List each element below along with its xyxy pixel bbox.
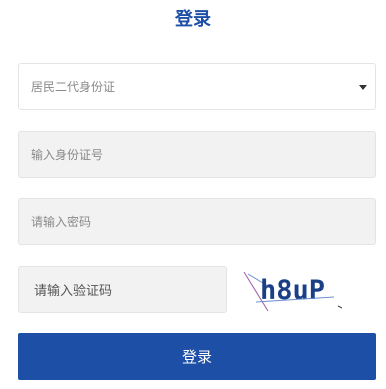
login-button-label: 登录 <box>181 348 212 366</box>
captcha-placeholder: 请输入验证码 <box>34 284 113 299</box>
id-number-input[interactable]: 输入身份证号 <box>18 131 376 178</box>
login-title: 登录 <box>175 9 211 30</box>
caret-down-icon <box>359 85 367 90</box>
id-number-placeholder: 输入身份证号 <box>31 148 104 162</box>
id-type-select[interactable]: 居民二代身份证 <box>18 63 376 110</box>
id-type-selected-value: 居民二代身份证 <box>31 80 116 94</box>
password-placeholder: 请输入密码 <box>31 215 92 229</box>
password-input[interactable]: 请输入密码 <box>18 198 376 245</box>
login-button[interactable]: 登录 <box>18 333 376 380</box>
captcha-input[interactable]: 请输入验证码 <box>18 266 227 313</box>
captcha-image[interactable]: h8uP <box>238 266 356 313</box>
